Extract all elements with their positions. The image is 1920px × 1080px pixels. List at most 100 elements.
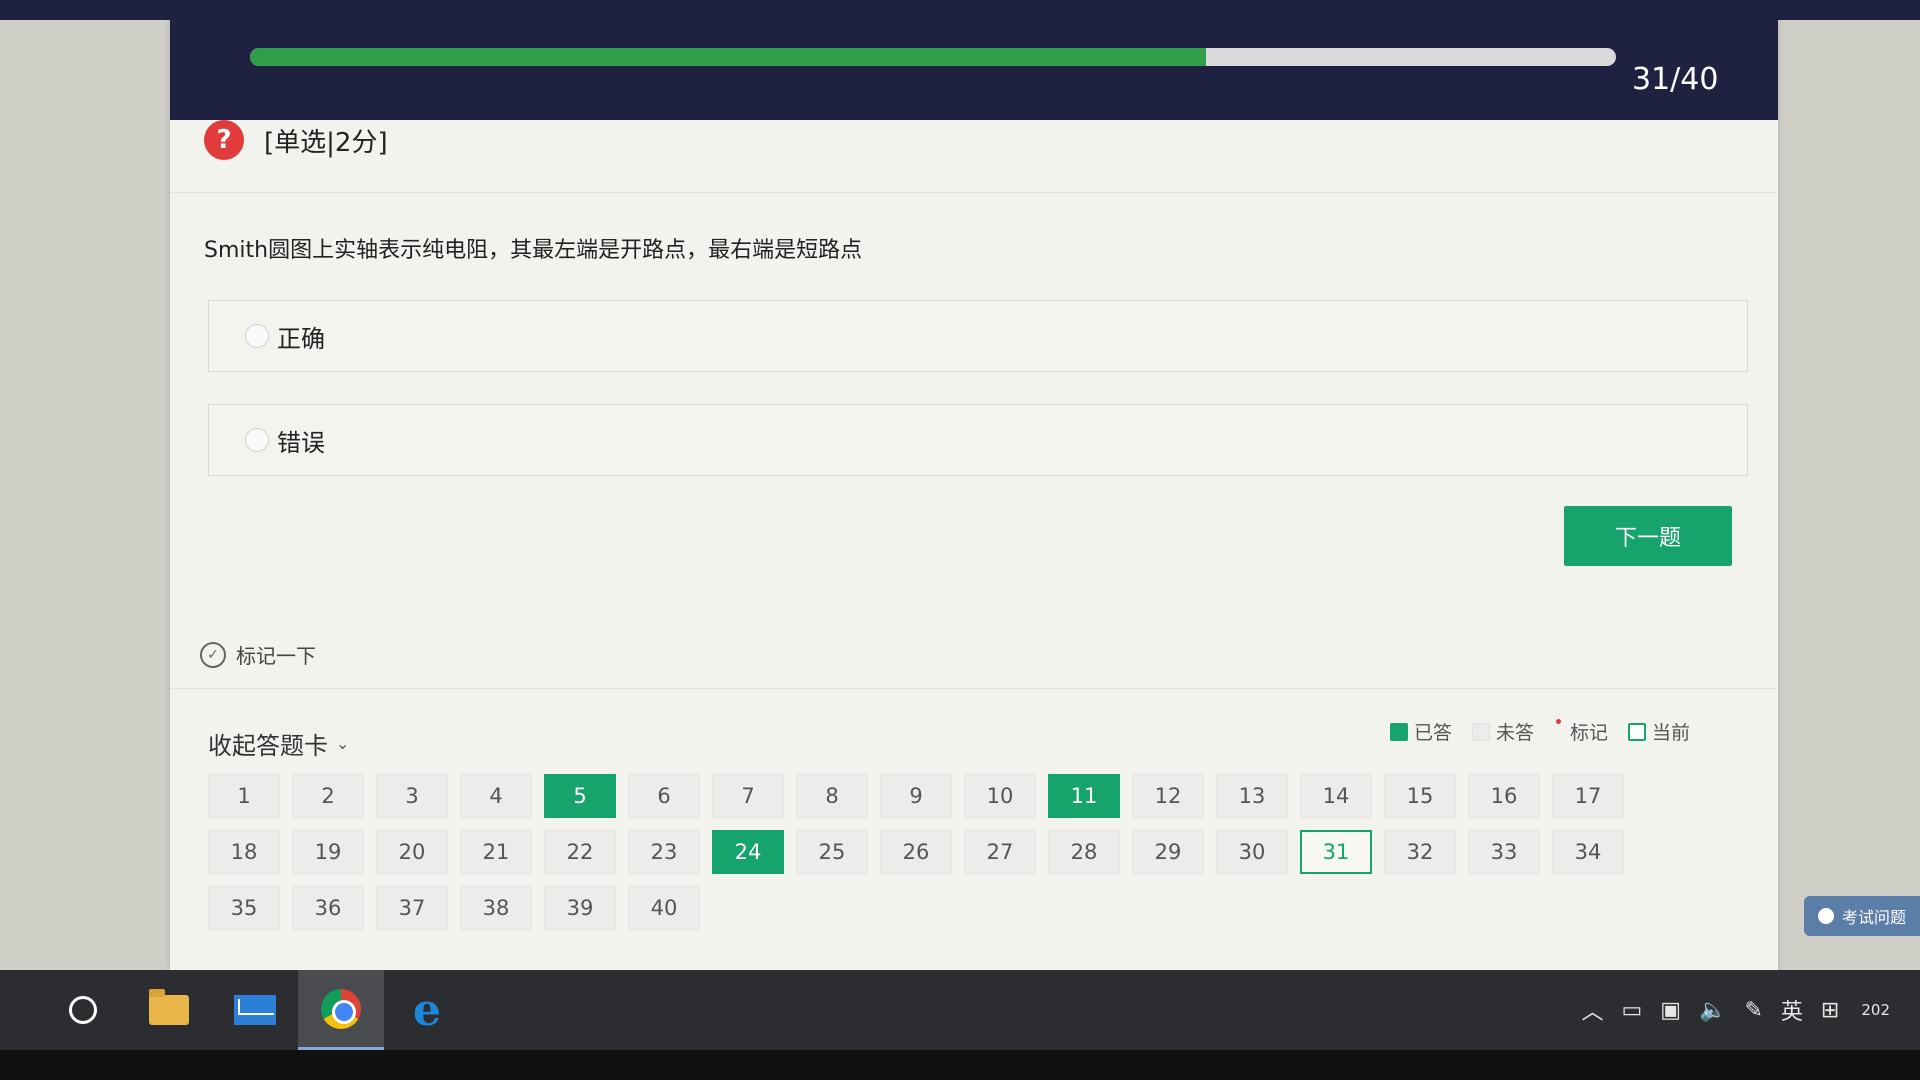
legend-answered: 已答 xyxy=(1390,718,1452,745)
question-text: Smith圆图上实轴表示纯电阻，其最左端是开路点，最右端是短路点 xyxy=(204,238,863,263)
answer-card-item-13[interactable]: 13 xyxy=(1216,774,1288,818)
tray-date: 202 xyxy=(1861,1001,1890,1019)
answer-card-item-16[interactable]: 16 xyxy=(1468,774,1540,818)
system-tray: ︿ ▭ ▣ 🔈 ✎ 英 ⊞ 202 xyxy=(1563,970,1890,1050)
radio-button[interactable] xyxy=(245,428,269,452)
option-label: 正确 xyxy=(277,324,325,353)
answer-card-item-39[interactable]: 39 xyxy=(544,886,616,930)
answer-card-item-2[interactable]: 2 xyxy=(292,774,364,818)
feedback-label: 考试问题 xyxy=(1842,908,1907,927)
progress-bar-fill xyxy=(250,48,1207,66)
answer-card-item-37[interactable]: 37 xyxy=(376,886,448,930)
legend-current-label: 当前 xyxy=(1652,722,1691,744)
answer-card-item-15[interactable]: 15 xyxy=(1384,774,1456,818)
pen-icon[interactable]: ✎ xyxy=(1744,998,1762,1023)
option-true[interactable]: 正确 xyxy=(208,300,1748,372)
chevron-up-icon[interactable]: ︿ xyxy=(1581,994,1603,1026)
mark-label: 标记一下 xyxy=(236,644,316,668)
answer-card-item-4[interactable]: 4 xyxy=(460,774,532,818)
legend-unanswered: 未答 xyxy=(1472,718,1534,745)
tray-clock[interactable]: 202 xyxy=(1861,999,1890,1021)
answer-card-item-23[interactable]: 23 xyxy=(628,830,700,874)
marked-dot-icon xyxy=(1554,718,1564,741)
start-edge[interactable] xyxy=(0,970,40,1050)
question-type: ? [单选|2分] xyxy=(204,120,388,160)
option-label: 错误 xyxy=(277,428,325,457)
answer-card-item-19[interactable]: 19 xyxy=(292,830,364,874)
language-indicator[interactable]: 英 xyxy=(1781,994,1803,1026)
cortana-button[interactable] xyxy=(40,970,126,1050)
answer-card-item-22[interactable]: 22 xyxy=(544,830,616,874)
answer-card-item-6[interactable]: 6 xyxy=(628,774,700,818)
answer-card-item-5[interactable]: 5 xyxy=(544,774,616,818)
answer-card-item-1[interactable]: 1 xyxy=(208,774,280,818)
cortana-icon xyxy=(69,996,97,1024)
answer-card-item-40[interactable]: 40 xyxy=(628,886,700,930)
radio-button[interactable] xyxy=(245,324,269,348)
volume-icon[interactable]: 🔈 xyxy=(1699,998,1726,1023)
answer-card-item-35[interactable]: 35 xyxy=(208,886,280,930)
answer-card-item-33[interactable]: 33 xyxy=(1468,830,1540,874)
legend-marked-label: 标记 xyxy=(1570,722,1609,744)
answer-card-item-38[interactable]: 38 xyxy=(460,886,532,930)
chrome-icon xyxy=(321,988,361,1029)
progress-bar xyxy=(250,48,1616,66)
answer-card-item-7[interactable]: 7 xyxy=(712,774,784,818)
answer-card-item-26[interactable]: 26 xyxy=(880,830,952,874)
input-method-icon[interactable]: ⊞ xyxy=(1821,998,1839,1023)
chat-icon xyxy=(1818,908,1834,924)
answer-card-item-30[interactable]: 30 xyxy=(1216,830,1288,874)
legend-marked: 标记 xyxy=(1554,718,1608,745)
answer-card-item-8[interactable]: 8 xyxy=(796,774,868,818)
edge-button[interactable]: e xyxy=(384,970,470,1050)
answer-card-item-34[interactable]: 34 xyxy=(1552,830,1624,874)
answer-card-item-10[interactable]: 10 xyxy=(964,774,1036,818)
mark-circle-icon: ✓ xyxy=(200,641,226,668)
mail-button[interactable] xyxy=(212,970,298,1050)
answer-card-item-31[interactable]: 31 xyxy=(1300,830,1372,874)
answer-card-item-3[interactable]: 3 xyxy=(376,774,448,818)
divider xyxy=(170,192,1778,193)
divider xyxy=(170,688,1778,689)
answer-card-item-32[interactable]: 32 xyxy=(1384,830,1456,874)
folder-icon xyxy=(149,989,189,1025)
answer-card-item-14[interactable]: 14 xyxy=(1300,774,1372,818)
next-question-button[interactable]: 下一题 xyxy=(1564,506,1732,566)
mark-question[interactable]: ✓ 标记一下 xyxy=(200,640,316,669)
question-mark-icon: ? xyxy=(204,120,244,160)
current-swatch xyxy=(1628,722,1647,741)
answer-card-item-12[interactable]: 12 xyxy=(1132,774,1204,818)
answer-card-item-27[interactable]: 27 xyxy=(964,830,1036,874)
collapse-label: 收起答题卡 xyxy=(208,732,328,760)
exam-feedback-tab[interactable]: 考试问题 xyxy=(1804,896,1920,936)
answer-card-item-9[interactable]: 9 xyxy=(880,774,952,818)
progress-header: 31/40 xyxy=(170,10,1778,120)
file-explorer-button[interactable] xyxy=(126,970,212,1050)
answer-card-legend: 已答 未答 标记 当前 xyxy=(1390,718,1710,745)
answer-card-item-36[interactable]: 36 xyxy=(292,886,364,930)
answer-card-item-25[interactable]: 25 xyxy=(796,830,868,874)
answer-card-item-17[interactable]: 17 xyxy=(1552,774,1624,818)
monitor-bezel xyxy=(0,1050,1920,1080)
collapse-answer-card-toggle[interactable]: 收起答题卡 ⌄ xyxy=(208,726,349,761)
answer-card-item-29[interactable]: 29 xyxy=(1132,830,1204,874)
unanswered-swatch xyxy=(1472,722,1491,741)
monitor-icon[interactable]: ▣ xyxy=(1660,998,1681,1023)
answer-card-item-18[interactable]: 18 xyxy=(208,830,280,874)
mail-icon xyxy=(234,995,276,1025)
answer-card-item-21[interactable]: 21 xyxy=(460,830,532,874)
option-false[interactable]: 错误 xyxy=(208,404,1748,476)
answer-card-item-24[interactable]: 24 xyxy=(712,830,784,874)
answered-swatch xyxy=(1390,722,1408,741)
question-type-label: [单选|2分] xyxy=(264,127,388,158)
exam-panel: 31/40 ? [单选|2分] Smith圆图上实轴表示纯电阻，其最左端是开路点… xyxy=(170,10,1778,970)
answer-card-item-28[interactable]: 28 xyxy=(1048,830,1120,874)
legend-answered-label: 已答 xyxy=(1414,722,1453,744)
answer-card-item-20[interactable]: 20 xyxy=(376,830,448,874)
chrome-button[interactable] xyxy=(298,970,384,1050)
legend-current: 当前 xyxy=(1628,718,1690,745)
answer-card-item-11[interactable]: 11 xyxy=(1048,774,1120,818)
answer-card-grid: 1 2 3 4 5 6 7 8 9 10 11 12 13 14 15 16 17 18 19 20 21 22 23 24 2… xyxy=(208,774,1624,930)
chevron-down-icon: ⌄ xyxy=(336,734,350,753)
network-icon[interactable]: ▭ xyxy=(1621,998,1642,1023)
